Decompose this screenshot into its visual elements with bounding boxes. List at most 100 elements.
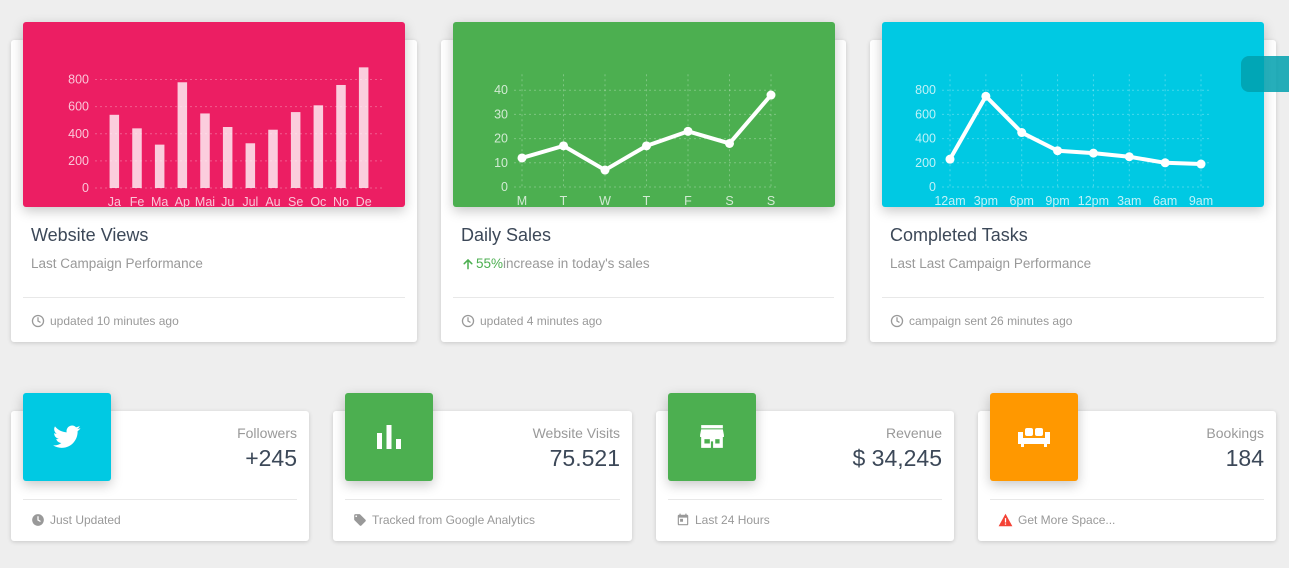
website-views-card: 0 200 400 600 800 Ja Fe Ma Ap Mai Ju Jul Au Se Oc No De … xyxy=(11,22,417,342)
increase-percent: 55% xyxy=(476,256,504,271)
bar xyxy=(245,143,256,188)
y-tick-label: 800 xyxy=(68,73,89,87)
data-point xyxy=(981,91,991,101)
stat-footer: Get More Space... xyxy=(998,513,1115,527)
y-tick-label: 40 xyxy=(494,83,508,97)
website-views-bar-chart: 0 200 400 600 800 Ja Fe Ma Ap Mai Ju Jul Au Se Oc No De xyxy=(68,67,383,207)
data-point xyxy=(1196,159,1206,169)
x-tick-label: T xyxy=(560,194,568,207)
card-subtitle: Last Last Campaign Performance xyxy=(890,256,1092,271)
x-tick-label: S xyxy=(725,194,733,207)
arrow-up-icon xyxy=(463,258,473,269)
y-tick-label: 0 xyxy=(501,180,508,194)
bookings-card: Bookings 184 Get More Space... xyxy=(978,393,1276,541)
data-point xyxy=(766,90,776,100)
x-tick-label: Ju xyxy=(221,195,234,207)
x-tick-label: 12am xyxy=(934,194,965,207)
tag-icon xyxy=(354,514,366,526)
card-title: Daily Sales xyxy=(461,225,552,245)
footer-text: updated 4 minutes ago xyxy=(480,314,603,328)
bar xyxy=(200,113,210,188)
x-tick-label: M xyxy=(517,194,527,207)
footer-text: Last 24 Hours xyxy=(695,513,770,527)
x-tick-label: 9am xyxy=(1189,194,1213,207)
warning-icon xyxy=(998,513,1013,527)
x-tick-label: Fe xyxy=(130,195,145,207)
card-subtitle: 55% increase in today's sales xyxy=(461,256,650,271)
y-tick-label: 0 xyxy=(82,181,89,195)
x-tick-label: 9pm xyxy=(1045,194,1069,207)
data-point xyxy=(642,141,651,151)
clock-icon xyxy=(31,314,45,328)
y-tick-label: 20 xyxy=(494,132,508,146)
daily-sales-card: 0 10 20 30 40 M T W T F S S Daily Sales 55% increas… xyxy=(441,22,846,342)
stat-category: Bookings xyxy=(1206,425,1264,441)
y-tick-label: 10 xyxy=(494,156,508,170)
x-tick-label: F xyxy=(684,194,692,207)
x-tick-label: Au xyxy=(265,195,280,207)
revenue-card: Revenue $ 34,245 Last 24 Hours xyxy=(656,393,954,541)
bar xyxy=(268,129,278,188)
card-footer: updated 4 minutes ago xyxy=(461,314,602,328)
bar xyxy=(222,127,233,188)
footer-text: Just Updated xyxy=(50,513,121,527)
y-tick-label: 400 xyxy=(68,127,89,141)
y-tick-label: 600 xyxy=(68,100,89,114)
twitter-icon-box xyxy=(23,393,111,481)
data-point xyxy=(725,138,734,148)
stat-footer: Tracked from Google Analytics xyxy=(353,513,535,527)
divider xyxy=(990,499,1264,500)
increase-text: increase in today's sales xyxy=(503,256,650,271)
card-title: Website Views xyxy=(31,225,149,245)
calendar-icon xyxy=(677,513,689,526)
bar xyxy=(177,82,188,188)
bar xyxy=(313,105,324,188)
data-point xyxy=(1088,148,1098,158)
x-tick-label: 3am xyxy=(1117,194,1141,207)
x-tick-label: Ja xyxy=(108,195,121,207)
completed-tasks-card: 0 200 400 600 800 12am 3pm 6pm 9pm 12pm 3am 6am 9am … xyxy=(870,22,1276,342)
card-footer: updated 10 minutes ago xyxy=(31,314,179,328)
series-line xyxy=(948,94,1203,167)
x-tick-label: No xyxy=(333,195,349,207)
y-tick-label: 30 xyxy=(494,107,508,121)
y-tick-label: 200 xyxy=(915,156,936,170)
completed-tasks-chart: 0 200 400 600 800 12am 3pm 6pm 9pm 12pm 3am 6am 9am xyxy=(882,22,1264,207)
side-panel-toggle[interactable] xyxy=(1241,56,1289,92)
footer-text: updated 10 minutes ago xyxy=(50,314,179,328)
data-point xyxy=(1160,158,1170,168)
data-point xyxy=(683,126,693,136)
y-tick-label: 400 xyxy=(915,132,936,146)
divider xyxy=(345,499,620,500)
x-tick-label: 12pm xyxy=(1078,194,1109,207)
x-tick-label: S xyxy=(767,194,775,207)
x-tick-label: Oc xyxy=(310,195,326,207)
divider xyxy=(668,499,942,500)
footer-link[interactable]: Get More Space... xyxy=(1018,513,1115,527)
clock-icon xyxy=(32,514,44,526)
divider xyxy=(453,297,834,298)
x-tick-label: T xyxy=(643,194,651,207)
bar-chart-icon xyxy=(377,425,401,449)
bar xyxy=(132,128,142,188)
stat-category: Followers xyxy=(237,425,297,441)
x-tick-label: Ap xyxy=(175,195,190,207)
data-point xyxy=(600,165,610,175)
y-tick-label: 0 xyxy=(929,180,936,194)
sofa-icon xyxy=(1018,428,1050,447)
website-visits-card: Website Visits 75.521 Tracked from Googl… xyxy=(333,393,632,541)
data-point xyxy=(945,154,955,164)
x-tick-label: 6am xyxy=(1153,194,1177,207)
bar xyxy=(154,144,165,188)
x-tick-label: 6pm xyxy=(1010,194,1034,207)
stat-value: $ 34,245 xyxy=(852,445,942,471)
increase-stat: 55% xyxy=(461,256,503,271)
stat-category: Website Visits xyxy=(532,425,620,441)
twitter-icon xyxy=(53,425,81,448)
footer-text: Tracked from Google Analytics xyxy=(372,513,535,527)
footer-text: campaign sent 26 minutes ago xyxy=(909,314,1073,328)
x-tick-label: Se xyxy=(288,195,303,207)
data-point xyxy=(1017,128,1027,138)
clock-icon xyxy=(461,314,475,328)
bar xyxy=(109,114,120,188)
